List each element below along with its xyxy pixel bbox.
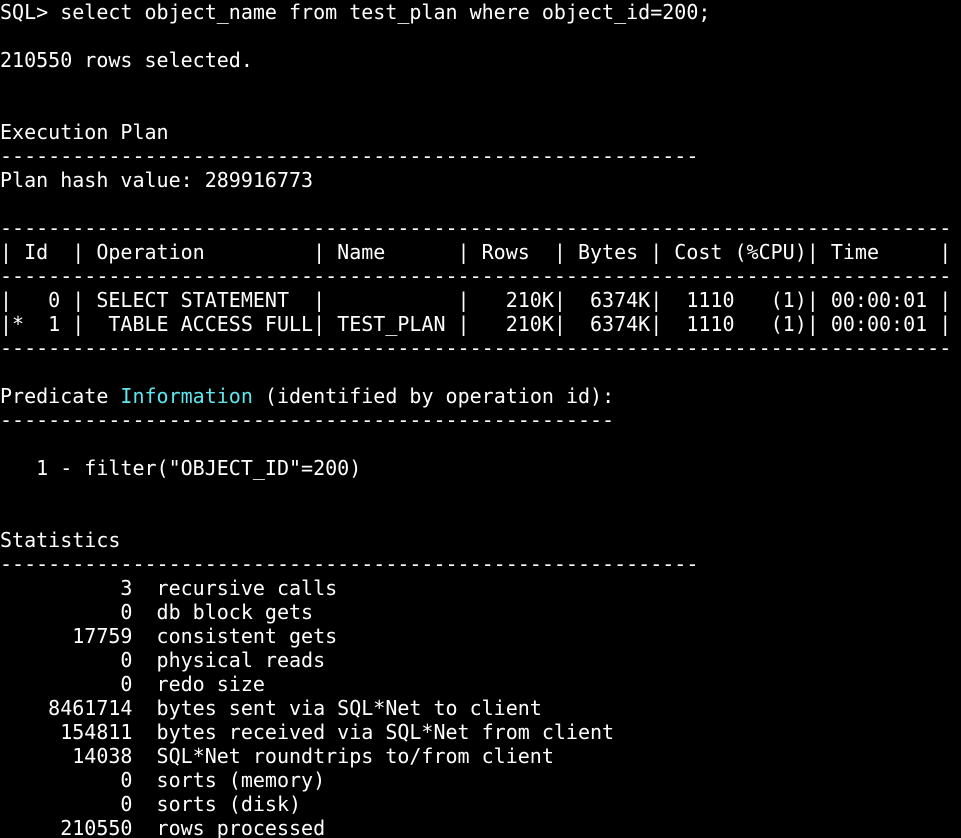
statistics-line: 0 redo size bbox=[0, 672, 265, 696]
execution-plan-rule: ----------------------------------------… bbox=[0, 144, 699, 168]
plan-table-header-rule: ----------------------------------------… bbox=[0, 264, 952, 288]
sql-prompt-line: SQL> select object_name from test_plan w… bbox=[0, 0, 711, 24]
terminal-window[interactable]: SQL> select object_name from test_plan w… bbox=[0, 0, 961, 838]
plan-hash-line: Plan hash value: 289916773 bbox=[0, 168, 314, 192]
predicate-title-prefix: Predicate bbox=[0, 384, 121, 408]
statistics-line: 0 sorts (memory) bbox=[0, 768, 326, 792]
plan-table-top-rule: ----------------------------------------… bbox=[0, 216, 952, 240]
statistics-line: 17759 consistent gets bbox=[0, 624, 338, 648]
statistics-line: 8461714 bytes sent via SQL*Net to client bbox=[0, 696, 542, 720]
statistics-line: 0 db block gets bbox=[0, 600, 314, 624]
predicate-title-highlight: Information bbox=[120, 384, 253, 408]
rows-selected-line: 210550 rows selected. bbox=[0, 48, 253, 72]
predicate-rule: ----------------------------------------… bbox=[0, 408, 615, 432]
statistics-rule: ----------------------------------------… bbox=[0, 552, 699, 576]
predicate-filter-line: 1 - filter("OBJECT_ID"=200) bbox=[0, 456, 362, 480]
statistics-line: 0 physical reads bbox=[0, 648, 326, 672]
statistics-title: Statistics bbox=[0, 528, 121, 552]
predicate-title-suffix: (identified by operation id): bbox=[252, 384, 615, 408]
statistics-line: 14038 SQL*Net roundtrips to/from client bbox=[0, 744, 554, 768]
statistics-line: 3 recursive calls bbox=[0, 576, 338, 600]
plan-table-header: | Id | Operation | Name | Rows | Bytes |… bbox=[0, 240, 952, 264]
plan-table-bottom-rule: ----------------------------------------… bbox=[0, 336, 952, 360]
statistics-line: 0 sorts (disk) bbox=[0, 792, 302, 816]
predicate-title: Predicate Information (identified by ope… bbox=[0, 384, 614, 408]
statistics-line: 154811 bytes received via SQL*Net from c… bbox=[0, 720, 615, 744]
statistics-line: 210550 rows processed bbox=[0, 816, 326, 838]
execution-plan-title: Execution Plan bbox=[0, 120, 169, 144]
plan-table-row: | 0 | SELECT STATEMENT | | 210K| 6374K| … bbox=[0, 288, 952, 312]
plan-table-row: |* 1 | TABLE ACCESS FULL| TEST_PLAN | 21… bbox=[0, 312, 952, 336]
